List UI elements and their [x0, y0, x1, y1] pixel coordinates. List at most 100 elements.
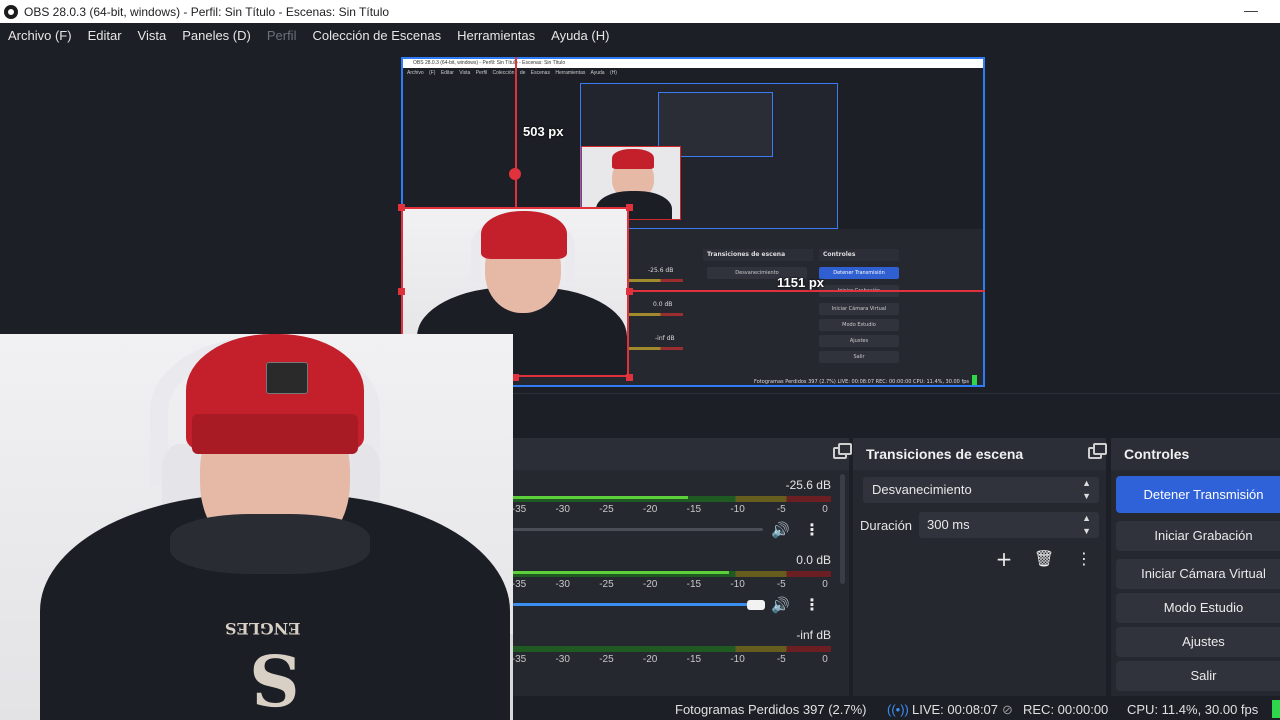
channel-2-volume-fill [513, 603, 756, 606]
scene-transitions-dock: Transiciones de escena Desvanecimiento ▲… [853, 438, 1107, 696]
resize-handle-mr[interactable] [626, 288, 633, 295]
shirt-print: ENGLES [225, 619, 301, 638]
title-bar: OBS 28.0.3 (64-bit, windows) - Perfil: S… [0, 0, 1280, 23]
recursive-virtual-cam: Iniciar Cámara Virtual [819, 303, 899, 315]
width-guide-line [629, 290, 985, 292]
dropped-frames: Fotogramas Perdidos 397 (2.7%) [675, 702, 867, 717]
recursive-status: Fotogramas Perdidos 397 (2.7%) LIVE: 00:… [754, 379, 969, 385]
beanie-patch [266, 362, 308, 394]
start-recording-button[interactable]: Iniciar Grabación [1116, 521, 1280, 551]
recursive-exit: Salir [819, 351, 899, 363]
duration-value: 300 ms [927, 517, 970, 532]
menu-ayuda[interactable]: Ayuda (H) [551, 28, 609, 43]
dock-splitter[interactable] [513, 393, 1280, 438]
menu-archivo[interactable]: Archivo (F) [8, 28, 72, 43]
menu-vista[interactable]: Vista [138, 28, 167, 43]
audio-mixer-dock: -25.6 dB -35 -30 -25 -20 -15 -10 -5 0 🔊 ⋮ 0.0 d… [511, 438, 852, 696]
width-measurement: 1151 px [777, 275, 824, 290]
obs-logo-icon [4, 4, 18, 19]
menu-perfil[interactable]: Perfil [267, 28, 297, 43]
scale-tick: -25 [599, 504, 614, 515]
live-icon: ((•)) [887, 702, 909, 717]
channel-2-speaker-icon[interactable]: 🔊 [771, 597, 791, 613]
channel-2-db: 0.0 dB [796, 553, 831, 567]
settings-button[interactable]: Ajustes [1116, 627, 1280, 657]
channel-1-menu-icon[interactable]: ⋮ [803, 520, 821, 540]
transition-select[interactable]: Desvanecimiento ▲ ▼ [863, 477, 1099, 503]
menu-coleccion-escenas[interactable]: Colección de Escenas [312, 28, 441, 43]
menu-paneles[interactable]: Paneles (D) [182, 28, 251, 43]
resize-handle-br[interactable] [626, 374, 633, 381]
stop-stream-button[interactable]: Detener Transmisión [1116, 476, 1280, 513]
recursive-db3: -inf dB [655, 335, 675, 342]
scale-tick: -5 [776, 579, 786, 590]
scale-tick: -5 [776, 504, 786, 515]
resize-handle-tr[interactable] [626, 204, 633, 211]
channel-3-meter [513, 646, 831, 652]
controls-dock: Controles Detener Transmisión Iniciar Gr… [1111, 438, 1280, 696]
minimize-button[interactable]: — [1244, 2, 1258, 18]
height-guide-line [515, 57, 517, 207]
recursive-health-indicator [972, 375, 977, 385]
recursive-db2: 0.0 dB [653, 301, 673, 308]
scale-tick: -35 [511, 504, 527, 515]
start-virtual-camera-button[interactable]: Iniciar Cámara Virtual [1116, 559, 1280, 589]
rec-icon: ⊘ [1002, 702, 1013, 717]
channel-2-meter-level [513, 571, 730, 574]
scale-tick: -30 [555, 654, 570, 665]
channel-1-db: -25.6 dB [785, 478, 831, 492]
channel-1-meter [513, 496, 831, 502]
recursive-settings: Ajustes [819, 335, 899, 347]
channel-1-speaker-icon[interactable]: 🔊 [771, 522, 791, 538]
transitions-header: Transiciones de escena [853, 438, 1106, 470]
recursive-menu-bar: Archivo (F) Editar Vista Perfil Colecció… [407, 70, 617, 76]
studio-mode-button[interactable]: Modo Estudio [1116, 593, 1280, 623]
resize-handle-ml[interactable] [398, 288, 405, 295]
spin-arrows-icon[interactable]: ▲ ▼ [1082, 512, 1091, 538]
menu-herramientas[interactable]: Herramientas [457, 28, 535, 43]
cpu-usage: CPU: 11.4%, 30.00 fps [1127, 702, 1259, 717]
height-measurement: 503 px [523, 124, 564, 139]
scale-tick: -35 [511, 579, 527, 590]
exit-button[interactable]: Salir [1116, 661, 1280, 691]
recursive-title-bar: OBS 28.0.3 (64-bit, windows) - Perfil: S… [403, 59, 983, 68]
transition-menu-icon[interactable]: ⋮ [1071, 547, 1097, 571]
channel-2-volume-slider[interactable] [513, 600, 765, 610]
channel-1-volume-slider[interactable] [513, 528, 763, 531]
menu-bar: Archivo (F) Editar Vista Paneles (D) Per… [0, 23, 1280, 48]
scale-tick: -15 [686, 654, 702, 665]
scale-tick: -20 [642, 504, 658, 515]
select-arrows-icon: ▲ ▼ [1082, 478, 1091, 501]
transitions-float-icon[interactable] [1088, 443, 1107, 459]
channel-1-meter-level [513, 496, 688, 499]
scale-tick: -20 [642, 579, 658, 590]
scale-tick: -35 [511, 654, 527, 665]
scale-tick: -30 [555, 504, 570, 515]
scale-tick: -30 [555, 579, 570, 590]
stream-health-indicator [1272, 700, 1280, 718]
resize-handle-bm[interactable] [512, 374, 519, 381]
webcam-overlay: ENGLES S [0, 334, 513, 720]
channel-2-meter [513, 571, 831, 577]
menu-editar[interactable]: Editar [88, 28, 122, 43]
scale-tick: -5 [776, 654, 786, 665]
rotation-handle[interactable] [509, 168, 521, 180]
channel-2-menu-icon[interactable]: ⋮ [803, 595, 821, 615]
controls-header: Controles [1111, 438, 1280, 470]
window-title: OBS 28.0.3 (64-bit, windows) - Perfil: S… [24, 4, 390, 19]
recursive-stop-stream: Detener Transmisión [819, 267, 899, 279]
scale-tick: -25 [599, 579, 614, 590]
channel-1-scale: -35 -30 -25 -20 -15 -10 -5 0 [511, 504, 831, 516]
resize-handle-tl[interactable] [398, 204, 405, 211]
mixer-float-icon[interactable] [833, 443, 852, 459]
scale-tick: 0 [822, 579, 828, 590]
status-bar: Fotogramas Perdidos 397 (2.7%) ((•)) LIV… [513, 698, 1280, 720]
channel-2-volume-knob[interactable] [746, 600, 765, 610]
live-time: LIVE: 00:08:07 [912, 702, 999, 717]
duration-spinbox[interactable]: 300 ms ▲ ▼ [919, 512, 1099, 538]
recursive-studio-mode: Modo Estudio [819, 319, 899, 331]
mixer-scrollbar[interactable] [840, 474, 845, 584]
delete-transition-icon[interactable]: 🗑 [1031, 547, 1057, 571]
channel-3-db: -inf dB [796, 628, 831, 642]
add-transition-icon[interactable]: + [991, 547, 1017, 571]
